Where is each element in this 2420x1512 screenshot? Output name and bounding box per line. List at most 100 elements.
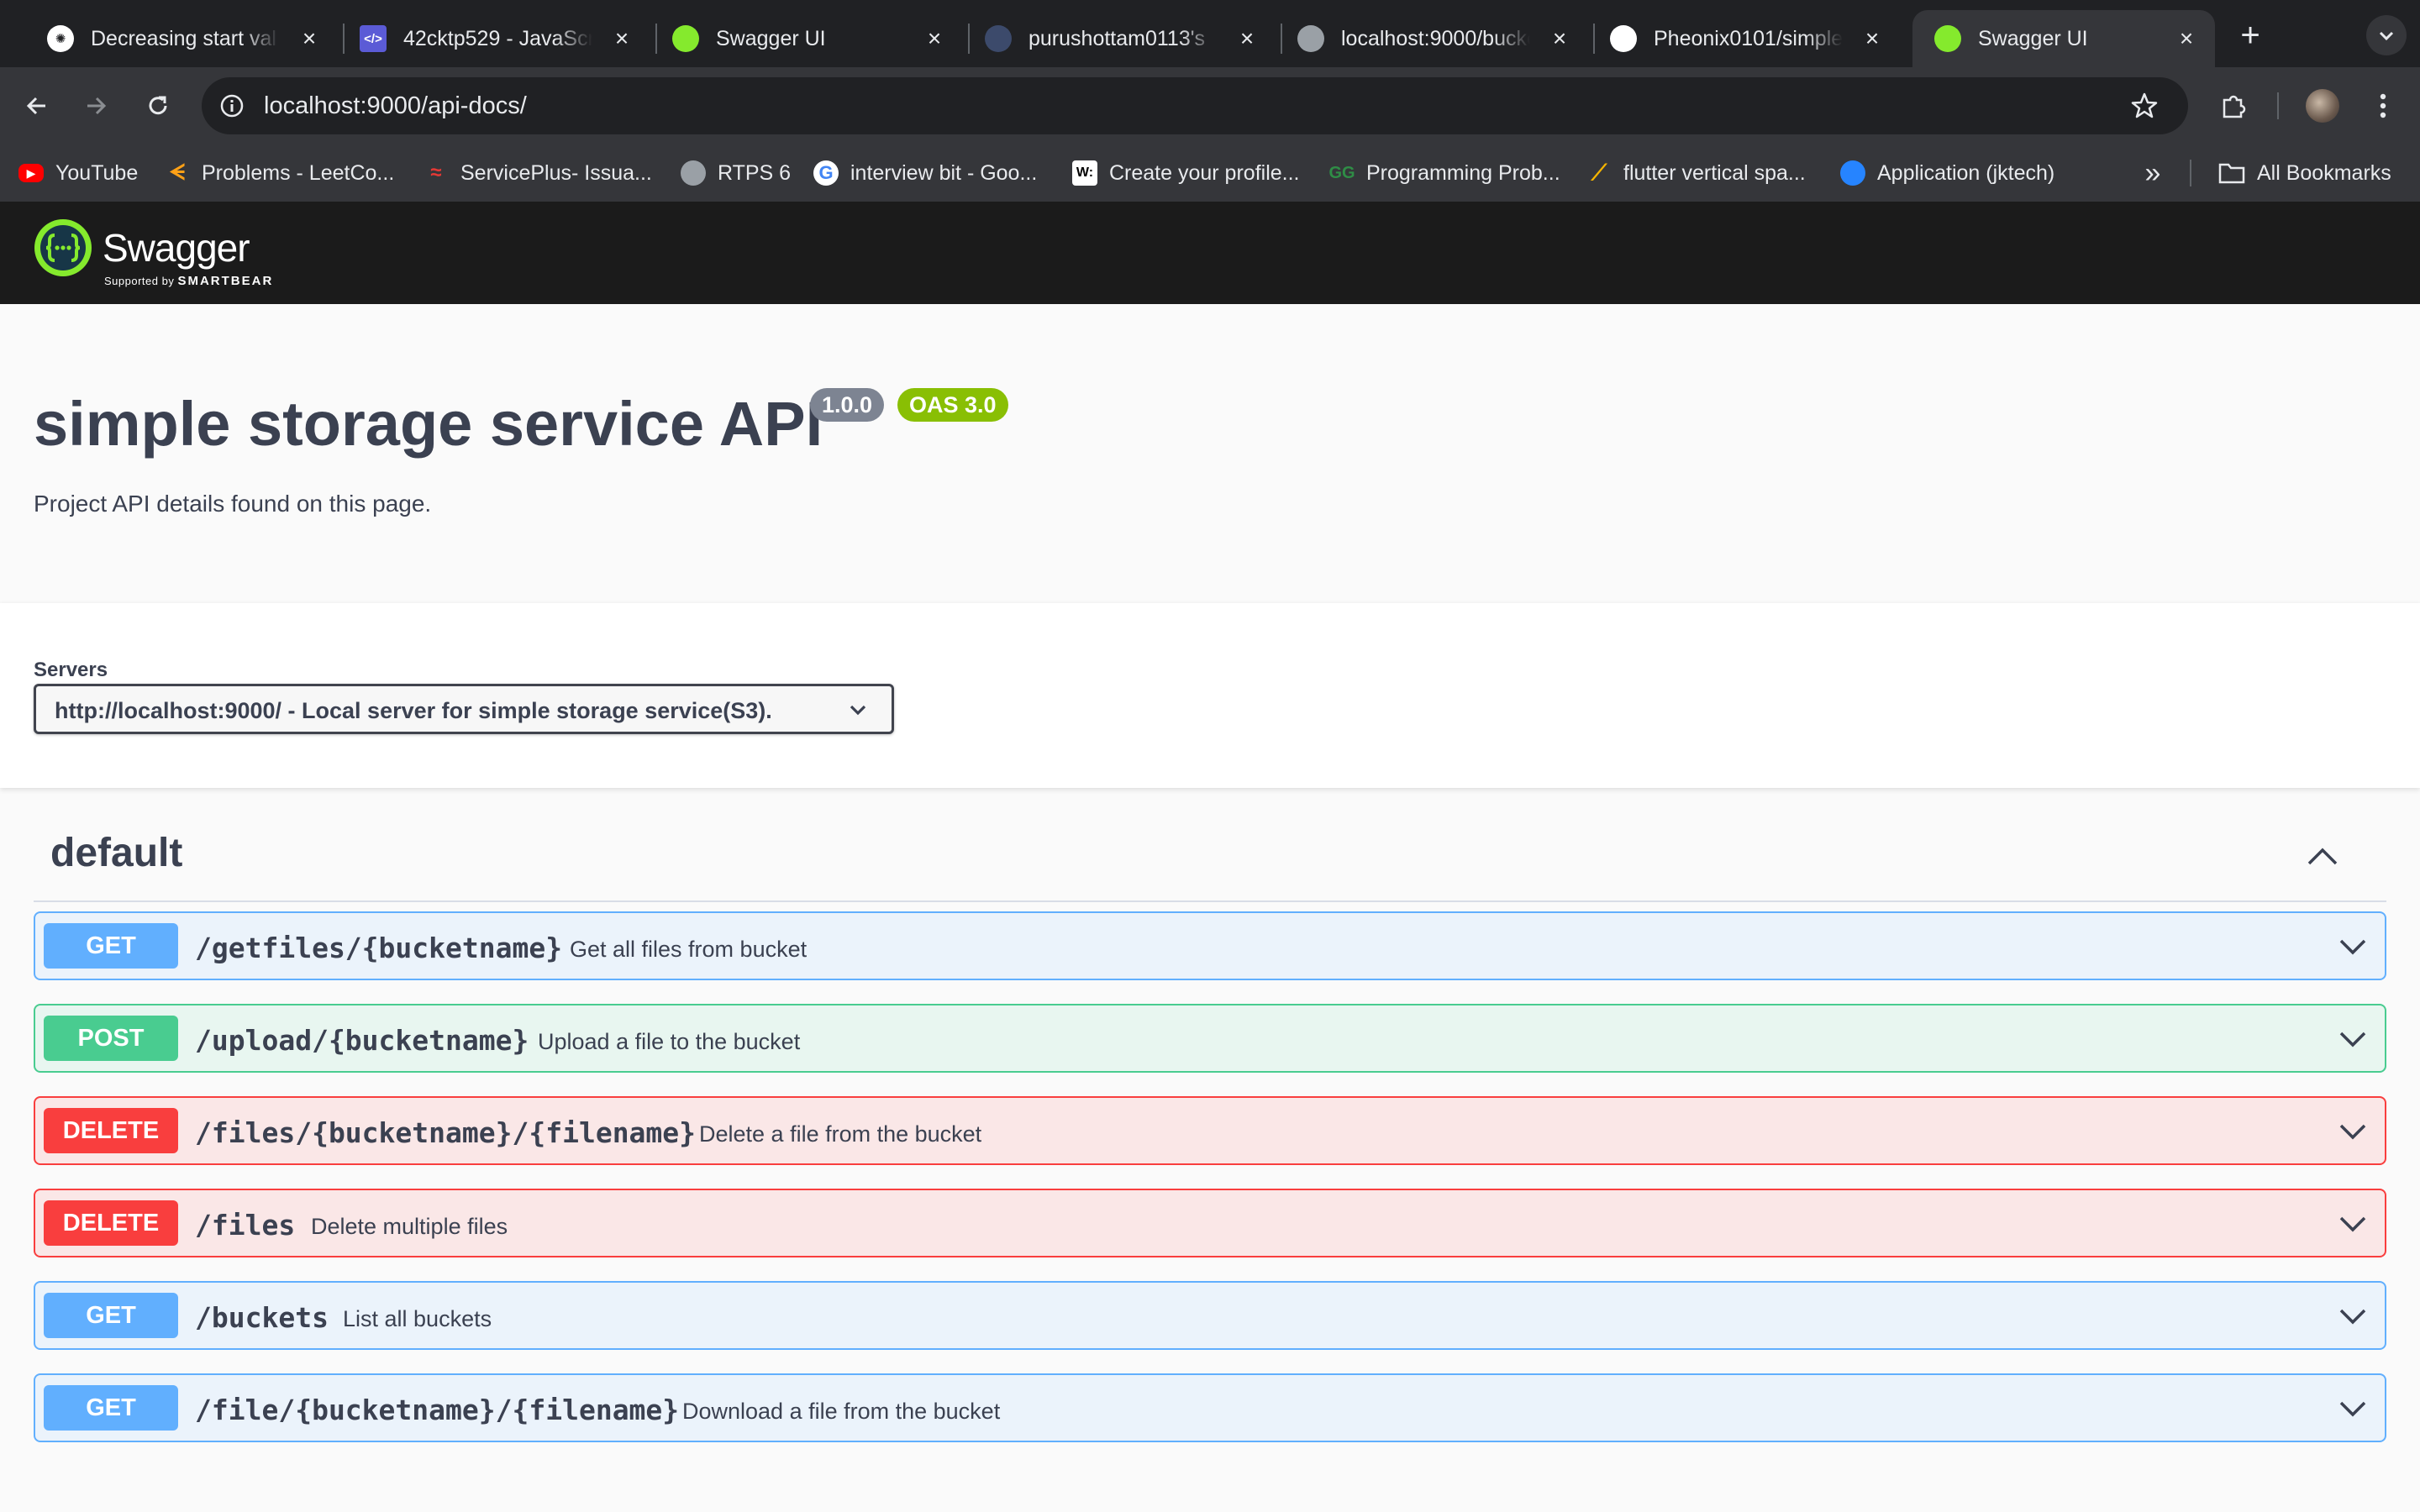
close-tab-icon[interactable]: ×	[1546, 25, 1573, 52]
api-info: simple storage service API 1.0.0 OAS 3.0…	[0, 304, 2420, 603]
more-bookmarks-icon[interactable]: »	[2134, 156, 2171, 190]
chevron-down-icon	[2379, 31, 2394, 41]
close-tab-icon[interactable]: ×	[2173, 25, 2200, 52]
servers-dropdown[interactable]: http://localhost:9000/ - Local server fo…	[34, 684, 894, 734]
new-tab-button[interactable]: +	[2232, 17, 2269, 54]
all-bookmarks-button[interactable]: All Bookmarks	[2218, 156, 2391, 190]
tab-title: purushottam0113's	[1028, 26, 1205, 50]
flutter-icon: ⟋	[1591, 160, 1607, 185]
opblock-get-buckets[interactable]: GET /buckets List all buckets	[34, 1281, 2386, 1350]
all-bookmarks-label: All Bookmarks	[2257, 160, 2391, 185]
swagger-logo-icon[interactable]	[34, 218, 92, 277]
tag-divider	[34, 900, 2386, 902]
github-icon	[1610, 25, 1637, 52]
forward-button[interactable]	[76, 86, 116, 126]
chevron-down-icon[interactable]	[2336, 1392, 2370, 1425]
leetcode-icon	[985, 25, 1012, 52]
bookmark-flutter[interactable]: ⟋ flutter vertical spa...	[1586, 156, 1806, 190]
op-summary: Delete multiple files	[311, 1214, 508, 1239]
browser-tab[interactable]: ✺ Decreasing start val ×	[25, 10, 338, 67]
bookmark-youtube[interactable]: ▶ YouTube	[18, 156, 138, 190]
op-path: /upload/{bucketname}	[195, 1024, 529, 1057]
toolbar-divider	[2277, 92, 2279, 119]
api-description: Project API details found on this page.	[34, 491, 432, 517]
site-info-icon[interactable]	[212, 86, 252, 126]
servers-label: Servers	[34, 659, 108, 681]
bookmark-label: flutter vertical spa...	[1623, 160, 1806, 185]
browser-tab[interactable]: purushottam0113's ×	[963, 10, 1276, 67]
close-tab-icon[interactable]: ×	[296, 25, 323, 52]
browser-tab[interactable]: localhost:9000/buckets ×	[1276, 10, 1588, 67]
bookmark-leetcode[interactable]: ᗕ Problems - LeetCo...	[165, 156, 395, 190]
opblock-post-upload[interactable]: POST /upload/{bucketname} Upload a file …	[34, 1004, 2386, 1073]
menu-kebab-icon[interactable]	[2363, 86, 2403, 126]
swagger-icon	[672, 25, 699, 52]
bookmark-jktech[interactable]: Application (jktech)	[1840, 156, 2054, 190]
opblock-delete-file[interactable]: DELETE /files/{bucketname}/{filename} De…	[34, 1096, 2386, 1165]
url-text[interactable]: localhost:9000/api-docs/	[264, 92, 527, 120]
opblock-delete-files[interactable]: DELETE /files Delete multiple files	[34, 1189, 2386, 1257]
method-badge: GET	[44, 1293, 178, 1338]
leetcode-icon: ᗕ	[169, 160, 186, 185]
bookmark-interviewbit[interactable]: G interview bit - Goo...	[813, 156, 1037, 190]
tag-default-title[interactable]: default	[50, 830, 182, 876]
close-tab-icon[interactable]: ×	[1859, 25, 1886, 52]
supported-by-text: Supported by	[104, 275, 175, 287]
bookmark-profile[interactable]: W: Create your profile...	[1072, 156, 1300, 190]
op-path: /files	[195, 1209, 296, 1242]
tab-title: localhost:9000/buckets	[1341, 26, 1530, 50]
bookmark-label: interview bit - Goo...	[850, 160, 1038, 185]
opblock-get-download[interactable]: GET /file/{bucketname}/{filename} Downlo…	[34, 1373, 2386, 1442]
tab-search-button[interactable]	[2366, 15, 2407, 55]
chevron-down-icon[interactable]	[2336, 1022, 2370, 1056]
op-path: /buckets	[195, 1301, 329, 1334]
chevron-down-icon[interactable]	[2336, 1299, 2370, 1333]
bookmark-label: RTPS 6	[718, 160, 792, 185]
bookmark-label: Create your profile...	[1109, 160, 1300, 185]
folder-icon	[2218, 163, 2245, 184]
youtube-icon: ▶	[18, 164, 44, 182]
wellfound-icon: W:	[1072, 160, 1097, 186]
reload-button[interactable]	[138, 86, 178, 126]
op-summary: Get all files from bucket	[570, 937, 808, 962]
close-tab-icon[interactable]: ×	[1234, 25, 1260, 52]
close-tab-icon[interactable]: ×	[921, 25, 948, 52]
browser-tab[interactable]: Swagger UI ×	[650, 10, 963, 67]
bookmark-programming[interactable]: GG Programming Prob...	[1328, 156, 1560, 190]
chevron-down-icon[interactable]	[2336, 1115, 2370, 1148]
extensions-icon[interactable]	[2213, 86, 2254, 126]
bookmark-star-icon[interactable]	[2126, 87, 2163, 124]
opblock-get-files[interactable]: GET /getfiles/{bucketname} Get all files…	[34, 911, 2386, 980]
chevron-down-icon[interactable]	[2336, 1207, 2370, 1241]
chevron-up-icon[interactable]	[2302, 837, 2343, 877]
browser-tab-strip: ✺ Decreasing start val × </> 42cktp529 -…	[0, 0, 2420, 67]
chevron-down-icon[interactable]	[2336, 930, 2370, 963]
version-badge: 1.0.0	[810, 388, 885, 422]
browser-toolbar: localhost:9000/api-docs/	[0, 67, 2420, 144]
chevron-down-icon	[850, 705, 866, 716]
browser-tab-active[interactable]: Swagger UI ×	[1912, 10, 2215, 67]
method-badge: DELETE	[44, 1108, 178, 1153]
op-summary: Download a file from the bucket	[682, 1399, 1001, 1424]
serviceplus-icon: ≈	[430, 161, 442, 184]
bookmark-label: ServicePlus- Issua...	[460, 160, 652, 185]
browser-tab[interactable]: </> 42cktp529 - JavaScript ×	[338, 10, 650, 67]
api-title: simple storage service API	[34, 389, 823, 459]
method-badge: GET	[44, 1385, 178, 1431]
address-bar[interactable]: localhost:9000/api-docs/	[202, 77, 2188, 134]
close-tab-icon[interactable]: ×	[608, 25, 635, 52]
op-path: /file/{bucketname}/{filename}	[195, 1394, 680, 1426]
bookmark-serviceplus[interactable]: ≈ ServicePlus- Issua...	[424, 156, 652, 190]
op-summary: List all buckets	[343, 1306, 492, 1331]
swagger-supported-by: Supported by SMARTBEAR	[104, 274, 273, 288]
browser-tab[interactable]: Pheonix0101/simple ×	[1588, 10, 1901, 67]
bookmark-rtps[interactable]: RTPS 6	[681, 156, 791, 190]
profile-avatar[interactable]	[2302, 86, 2343, 126]
arrow-left-icon	[26, 97, 45, 115]
geeksforgeeks-icon: GG	[1328, 163, 1355, 182]
tab-title: 42cktp529 - JavaScript	[403, 26, 592, 50]
swagger-icon	[1934, 25, 1961, 52]
oas-badge: OAS 3.0	[897, 388, 1008, 422]
back-button[interactable]	[17, 86, 57, 126]
servers-selected-value: http://localhost:9000/ - Local server fo…	[55, 698, 772, 723]
